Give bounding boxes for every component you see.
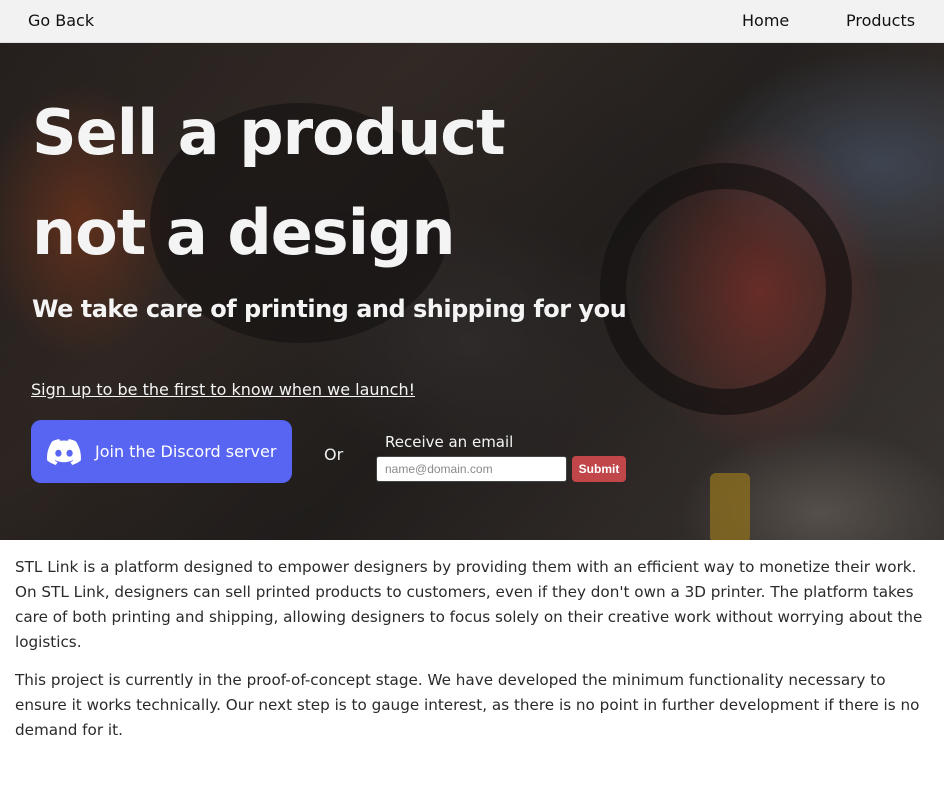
headline-line-1: Sell a product	[32, 96, 506, 169]
hero-subheading: We take care of printing and shipping fo…	[32, 295, 627, 323]
email-label: Receive an email	[385, 433, 514, 451]
hero-headline: Sell a product not a design	[32, 83, 506, 283]
headline-line-2: not a design	[32, 196, 455, 269]
discord-button-label: Join the Discord server	[95, 442, 277, 461]
top-nav-bar: Go Back Home Products	[0, 0, 944, 43]
hero-section: Sell a product not a design We take care…	[0, 43, 944, 540]
join-discord-button[interactable]: Join the Discord server	[31, 420, 292, 483]
email-input[interactable]	[376, 456, 567, 482]
go-back-link[interactable]: Go Back	[28, 11, 94, 30]
submit-button[interactable]: Submit	[572, 456, 626, 482]
description-paragraph-2: This project is currently in the proof-o…	[15, 671, 920, 739]
nav-products-link[interactable]: Products	[846, 11, 915, 30]
or-separator: Or	[324, 445, 344, 464]
discord-icon	[47, 438, 81, 465]
nav-home-link[interactable]: Home	[742, 11, 789, 30]
signup-link[interactable]: Sign up to be the first to know when we …	[31, 380, 415, 399]
description-paragraph-1: STL Link is a platform designed to empow…	[15, 558, 923, 651]
description-section: STL Link is a platform designed to empow…	[0, 540, 944, 743]
